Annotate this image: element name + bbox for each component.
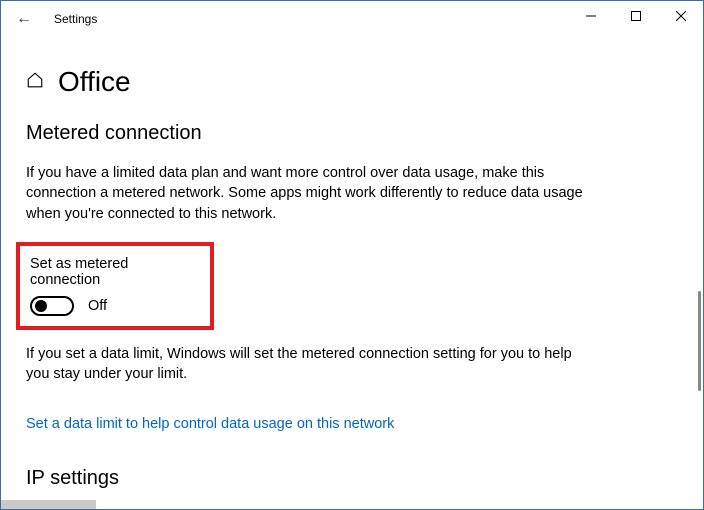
scrollbar-vertical[interactable] [698, 291, 701, 391]
minimize-button[interactable] [568, 1, 613, 31]
content-area: Office Metered connection If you have a … [1, 36, 703, 509]
toggle-knob [35, 300, 47, 312]
section-title-ip: IP settings [26, 467, 678, 490]
toggle-status: Off [88, 298, 107, 314]
close-button[interactable] [658, 1, 703, 31]
ip-assignment-row: IP assignment: Automatic (DHCP) [26, 508, 678, 509]
page-title: Office [58, 66, 131, 98]
window-title: Settings [54, 12, 97, 26]
data-limit-link[interactable]: Set a data limit to help control data us… [26, 416, 394, 432]
metered-toggle[interactable] [30, 296, 74, 316]
page-header: Office [26, 66, 678, 98]
toggle-label: Set as metered connection [30, 256, 196, 288]
metered-description: If you have a limited data plan and want… [26, 163, 586, 224]
maximize-button[interactable] [613, 1, 658, 31]
back-icon[interactable]: ← [16, 10, 32, 28]
window-controls [568, 1, 703, 31]
toggle-row: Off [30, 296, 196, 316]
data-limit-description: If you set a data limit, Windows will se… [26, 344, 586, 385]
settings-window: ← Settings Office Metered connection If … [0, 0, 704, 510]
highlight-box: Set as metered connection Off [16, 242, 214, 330]
section-title-metered: Metered connection [26, 122, 678, 145]
scrollbar-horizontal[interactable] [1, 500, 96, 509]
home-icon[interactable] [26, 71, 44, 94]
ip-assignment-value: Automatic (DHCP) [226, 508, 345, 509]
